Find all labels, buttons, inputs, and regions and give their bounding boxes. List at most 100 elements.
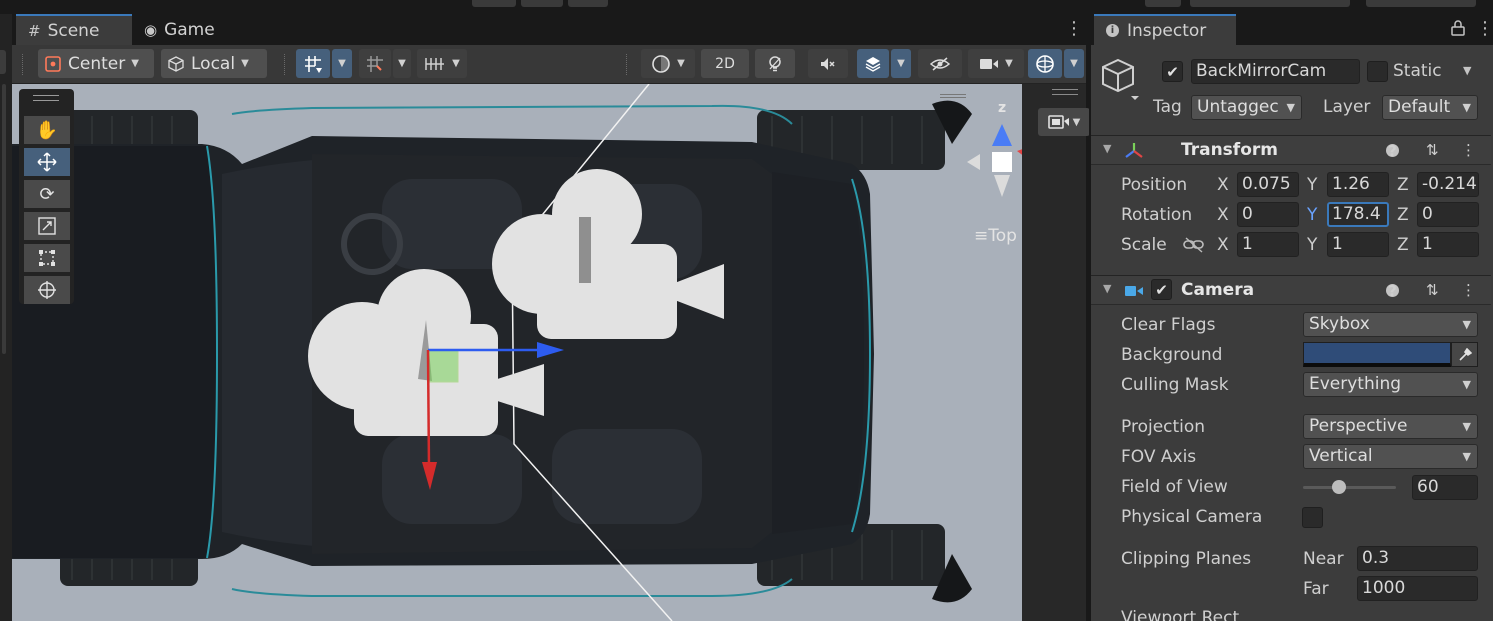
palette-grip-icon[interactable]	[33, 95, 59, 101]
clear-flags-label: Clear Flags	[1121, 315, 1216, 335]
layer-dropdown[interactable]: Default ▼	[1382, 95, 1478, 120]
gameobject-icon[interactable]	[1101, 58, 1139, 106]
transform-header[interactable]: ▼ Transform ? ⇅ ⋮	[1091, 135, 1491, 165]
plane-handle	[427, 349, 459, 383]
top-button-stub[interactable]	[1145, 0, 1181, 7]
eyedropper-button[interactable]	[1451, 342, 1478, 367]
physical-camera-checkbox[interactable]	[1302, 507, 1323, 528]
rect-tool-button[interactable]	[24, 244, 70, 272]
chevron-down-icon: ▼	[1070, 58, 1078, 69]
grid-snap-toggle[interactable]	[296, 49, 330, 78]
object-name-field[interactable]: BackMirrorCam	[1191, 59, 1360, 84]
2d-toggle[interactable]: 2D	[701, 49, 749, 78]
more-options-icon[interactable]: ⋮	[1461, 281, 1476, 299]
help-icon[interactable]: ?	[1386, 142, 1399, 160]
lighting-toggle[interactable]	[755, 49, 795, 78]
scene-camera-dropdown[interactable]: ▼	[968, 49, 1024, 78]
tag-dropdown[interactable]: Untaggec ▼	[1191, 95, 1302, 120]
scale-tool-button[interactable]	[24, 212, 70, 240]
grid-snap-dropdown[interactable]: ▼	[332, 49, 352, 78]
overlay-grip-icon[interactable]	[940, 94, 966, 98]
scene-viewport[interactable]: ✋ ⟳ z x ≡Top	[12, 84, 1022, 621]
grid-visibility-dropdown[interactable]: ▼	[417, 49, 467, 78]
move-tool-button[interactable]	[24, 148, 70, 176]
fov-slider-track[interactable]	[1303, 480, 1396, 494]
rotation-y-axis[interactable]: Y	[1307, 205, 1317, 225]
static-checkbox[interactable]	[1367, 61, 1388, 82]
audio-toggle[interactable]	[808, 49, 848, 78]
more-options-icon[interactable]: ⋮	[1461, 141, 1476, 159]
top-strip	[0, 0, 1493, 14]
fov-axis-dropdown[interactable]: Vertical ▼	[1303, 444, 1478, 469]
view-orientation-label[interactable]: ≡Top	[974, 226, 1017, 246]
culling-mask-dropdown[interactable]: Everything ▼	[1303, 372, 1478, 397]
lock-icon[interactable]	[1451, 20, 1465, 40]
tab-inspector[interactable]: i Inspector	[1094, 14, 1236, 45]
chevron-down-icon: ▼	[452, 58, 460, 69]
inspector-panel: i Inspector ⋮ ✔ BackMirrorCam Static ▼ T…	[1089, 14, 1493, 621]
scale-x-axis[interactable]: X	[1217, 235, 1229, 255]
position-y-axis[interactable]: Y	[1307, 175, 1317, 195]
effects-toggle[interactable]	[857, 49, 889, 78]
top-button-stub[interactable]	[472, 0, 516, 7]
rotation-z-field[interactable]: 0	[1417, 202, 1479, 227]
camera-enabled-checkbox[interactable]: ✔	[1151, 279, 1172, 300]
static-dropdown-icon[interactable]: ▼	[1463, 64, 1471, 77]
effects-dropdown[interactable]: ▼	[891, 49, 911, 78]
background-color-swatch[interactable]	[1303, 342, 1451, 367]
tab-game[interactable]: ◉ Game	[136, 14, 246, 45]
camera-overlay-dropdown[interactable]: ▼	[1038, 108, 1090, 136]
clear-flags-dropdown[interactable]: Skybox ▼	[1303, 312, 1478, 337]
transform-tool-button[interactable]	[24, 276, 70, 304]
more-options-icon[interactable]: ⋮	[1065, 20, 1083, 38]
position-y-field[interactable]: 1.26	[1327, 172, 1389, 197]
hand-tool-button[interactable]: ✋	[24, 116, 70, 144]
panel-collapse-handle[interactable]	[0, 50, 6, 74]
scene-visibility-toggle[interactable]	[918, 49, 962, 78]
top-button-stub[interactable]	[521, 0, 563, 7]
top-button-stub[interactable]	[1366, 0, 1476, 7]
scale-z-field[interactable]: 1	[1417, 232, 1479, 257]
increment-snap-dropdown[interactable]: ▼	[393, 49, 411, 78]
top-button-stub[interactable]	[568, 0, 608, 7]
position-z-field[interactable]: -0.214	[1417, 172, 1479, 197]
overlay-grip-icon[interactable]	[1052, 89, 1078, 95]
position-x-axis[interactable]: X	[1217, 175, 1229, 195]
near-clip-field[interactable]: 0.3	[1357, 546, 1478, 571]
2d-toggle-label: 2D	[715, 55, 735, 72]
increment-snap-toggle[interactable]	[359, 49, 391, 78]
constrain-proportions-icon[interactable]	[1183, 236, 1205, 258]
position-z-axis[interactable]: Z	[1397, 175, 1409, 195]
rotation-y-field[interactable]: 178.4	[1327, 202, 1389, 227]
active-checkbox[interactable]: ✔	[1162, 61, 1183, 82]
space-mode-dropdown[interactable]: Local ▼	[161, 49, 267, 78]
scale-z-axis[interactable]: Z	[1397, 235, 1409, 255]
rotation-x-field[interactable]: 0	[1237, 202, 1299, 227]
fov-slider-thumb[interactable]	[1332, 480, 1347, 494]
rotation-x-axis[interactable]: X	[1217, 205, 1229, 225]
rotate-tool-button[interactable]: ⟳	[24, 180, 70, 208]
draw-mode-dropdown[interactable]: ▼	[641, 49, 695, 78]
scale-y-field[interactable]: 1	[1327, 232, 1389, 257]
tab-scene[interactable]: # Scene	[16, 14, 132, 45]
scale-x-field[interactable]: 1	[1237, 232, 1299, 257]
gizmos-dropdown[interactable]: ▼	[1064, 49, 1084, 78]
more-options-icon[interactable]: ⋮	[1476, 20, 1493, 38]
projection-dropdown[interactable]: Perspective ▼	[1303, 414, 1478, 439]
presets-icon[interactable]: ⇅	[1426, 141, 1439, 159]
help-icon[interactable]: ?	[1386, 282, 1399, 300]
far-clip-field[interactable]: 1000	[1357, 576, 1478, 601]
near-label: Near	[1303, 549, 1344, 569]
gizmos-toggle[interactable]	[1028, 49, 1062, 78]
gizmo-z-label[interactable]: z	[998, 100, 1006, 116]
panel-scrollbar[interactable]	[2, 84, 6, 354]
position-x-field[interactable]: 0.075	[1237, 172, 1299, 197]
top-button-stub[interactable]	[1190, 0, 1350, 7]
fov-value-field[interactable]: 60	[1412, 475, 1478, 500]
rotation-z-axis[interactable]: Z	[1397, 205, 1409, 225]
pivot-mode-dropdown[interactable]: Center ▼	[38, 49, 154, 78]
presets-icon[interactable]: ⇅	[1426, 281, 1439, 299]
tab-label: Game	[164, 19, 215, 40]
camera-header[interactable]: ▼ ✔ Camera ? ⇅ ⋮	[1091, 275, 1491, 305]
scale-y-axis[interactable]: Y	[1307, 235, 1317, 255]
